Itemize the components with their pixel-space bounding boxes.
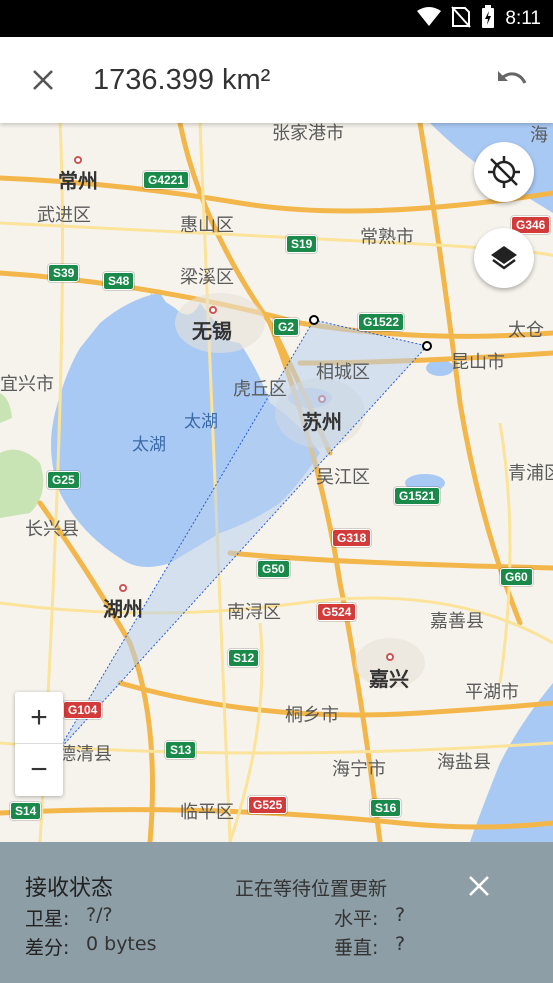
map-label: 德清县 [58, 744, 112, 765]
map-label: 虎丘区 [233, 379, 287, 400]
undo-icon [498, 71, 527, 84]
undo-button[interactable] [493, 61, 531, 99]
horizontal-label: 水平: [334, 908, 379, 930]
map-label: 武进区 [37, 205, 91, 226]
road-shield: G50 [257, 560, 290, 578]
map-label: 嘉兴 [369, 667, 409, 691]
map-label: 南浔区 [227, 602, 281, 623]
map-base [0, 123, 553, 842]
map-label: 青浦区 [508, 463, 553, 484]
map-label: 苏州 [302, 410, 342, 434]
map-label: 海盐县 [437, 752, 491, 773]
road-shield: S14 [10, 802, 42, 820]
horizontal-value: ? [395, 904, 406, 926]
road-shield: G1521 [394, 487, 441, 505]
map-label: 临平区 [180, 802, 234, 823]
satellites-value: ?/? [86, 904, 113, 926]
map-label: 嘉善县 [430, 611, 484, 632]
receiver-status-panel: 接收状态 正在等待位置更新 卫星: ?/? 水平: ? 差分: 0 bytes … [0, 842, 553, 983]
map-label: 吴江区 [316, 467, 370, 488]
polygon-vertex[interactable] [422, 341, 432, 351]
vertical-value: ? [395, 933, 406, 955]
road-shield: G104 [63, 701, 103, 719]
map-label: 太仓 [508, 320, 544, 341]
page-title: 1736.399 km² [93, 64, 271, 96]
road-shield: G2 [273, 318, 300, 336]
map-label: 昆山市 [451, 352, 505, 373]
map-label: 湖州 [103, 597, 143, 621]
map-label: 宜兴市 [0, 374, 54, 395]
vertical-label: 垂直: [334, 937, 379, 959]
road-shield: S12 [228, 649, 260, 667]
no-sim-icon [451, 6, 472, 32]
zoom-out-button[interactable]: − [15, 744, 63, 796]
satellites-label: 卫星: [25, 908, 70, 930]
map-label: 太湖 [132, 435, 166, 455]
zoom-controls: + − [15, 692, 63, 796]
clock: 8:11 [505, 8, 541, 29]
road-shield: G318 [332, 529, 372, 547]
road-shield: S16 [370, 799, 402, 817]
map-label: 常州 [58, 169, 98, 193]
status-text: 正在等待位置更新 [235, 878, 388, 900]
location-button[interactable] [474, 142, 534, 202]
wifi-icon [417, 7, 442, 31]
diff-value: 0 bytes [86, 933, 157, 955]
map-label: 张家港市 [272, 123, 344, 144]
road-shield: S13 [165, 741, 197, 759]
battery-charging-icon [481, 5, 495, 33]
map-label: 海 [530, 125, 548, 146]
app-bar: 1736.399 km² [0, 37, 553, 123]
gps-off-icon [488, 156, 520, 188]
map-label: 太湖 [184, 412, 218, 432]
layers-icon [491, 246, 517, 270]
map-label: 无锡 [192, 319, 232, 343]
road-shield: G1522 [358, 313, 405, 331]
close-icon [469, 876, 489, 896]
map-label: 海宁市 [332, 759, 386, 780]
road-shield: G60 [500, 568, 533, 586]
panel-title: 接收状态 [25, 876, 114, 901]
zoom-in-button[interactable]: + [15, 692, 63, 744]
map-label: 梁溪区 [180, 267, 234, 288]
close-icon [33, 70, 53, 90]
close-button[interactable] [24, 61, 62, 99]
road-shield: S39 [48, 264, 80, 282]
panel-close-button[interactable] [465, 872, 493, 900]
layers-button[interactable] [474, 228, 534, 288]
map-label: 常熟市 [360, 227, 414, 248]
diff-label: 差分: [25, 937, 70, 959]
road-shield: S48 [103, 272, 135, 290]
map-label: 相城区 [316, 362, 370, 383]
map-label: 长兴县 [25, 519, 79, 540]
map-label: 桐乡市 [285, 705, 339, 726]
road-shield: G525 [248, 796, 288, 814]
road-shield: S19 [286, 235, 318, 253]
status-bar: 8:11 [0, 0, 553, 37]
map-label: 平湖市 [465, 682, 519, 703]
map-label: 惠山区 [180, 215, 234, 236]
road-shield: G524 [317, 603, 357, 621]
map-view[interactable]: 张家港市 海 常州 武进区 惠山区 常熟市 梁溪区 无锡 太仓 相城区 昆山市 … [0, 123, 553, 842]
polygon-vertex[interactable] [309, 315, 319, 325]
road-shield: G4221 [143, 171, 190, 189]
road-shield: G25 [47, 471, 80, 489]
